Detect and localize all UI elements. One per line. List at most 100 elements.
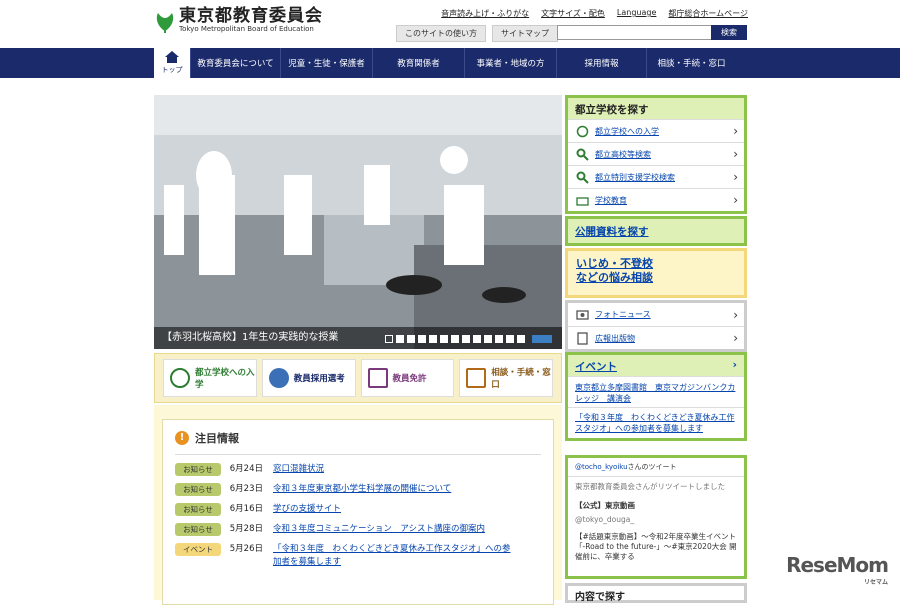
news-link[interactable]: 令和３年度東京都小学生科学展の開催について bbox=[273, 483, 518, 496]
link-read-aloud[interactable]: 音声読み上げ・ふりがな bbox=[441, 8, 529, 19]
event-heading: イベント bbox=[575, 361, 617, 373]
chevron-right-icon: › bbox=[733, 331, 738, 345]
nav-board[interactable]: 教育委員会について bbox=[190, 48, 280, 78]
slide-dot[interactable] bbox=[495, 335, 503, 343]
chevron-right-icon: › bbox=[733, 193, 738, 207]
slide-dot[interactable] bbox=[484, 335, 492, 343]
link-language[interactable]: Language bbox=[617, 8, 656, 19]
ginkgo-icon bbox=[576, 125, 589, 137]
publications-link[interactable]: 広報出版物 › bbox=[568, 326, 744, 349]
ginkgo-icon bbox=[170, 368, 190, 388]
bullying-consult-link[interactable]: いじめ・不登校などの悩み相談 bbox=[565, 248, 747, 298]
quick-consult-button[interactable]: 相談・手続・窓口 bbox=[459, 359, 553, 397]
quick-admission-button[interactable]: 都立学校への入学 bbox=[163, 359, 257, 397]
event-link[interactable]: 東京都立多摩図書館 東京マガジンバンクカレッジ 講演会 bbox=[568, 376, 744, 407]
news-link[interactable]: 令和３年度コミュニケーション アシスト講座の御案内 bbox=[273, 523, 518, 536]
school-admission-link[interactable]: 都立学校への入学 › bbox=[568, 119, 744, 142]
event-link[interactable]: 「令和３年度 わくわくどきどき夏休み工作スタジオ」への参加者を募集します bbox=[568, 407, 744, 438]
public-docs-panel[interactable]: 公開資料を探す bbox=[565, 216, 747, 246]
school-building-icon bbox=[576, 196, 589, 206]
nav-consult[interactable]: 相談・手続・窓口 bbox=[646, 48, 736, 78]
link-label: 広報出版物 bbox=[595, 333, 635, 343]
link-metro-home[interactable]: 都庁総合ホームページ bbox=[668, 8, 748, 19]
news-link[interactable]: 学びの支援サイト bbox=[273, 503, 518, 516]
link-text-size[interactable]: 文字サイズ・配色 bbox=[541, 8, 605, 19]
news-tag: イベント bbox=[175, 543, 221, 556]
slide-dot[interactable] bbox=[517, 335, 525, 343]
how-to-use-button[interactable]: このサイトの使い方 bbox=[396, 25, 486, 42]
chevron-right-icon: › bbox=[733, 147, 738, 161]
link-label: 都立高校等検索 bbox=[595, 149, 651, 159]
search-icon bbox=[576, 148, 589, 161]
quick-links: 都立学校への入学 教員採用選考 教員免許 相談・手続・窓口 bbox=[154, 353, 562, 403]
news-link[interactable]: 窓口混雑状況 bbox=[273, 463, 518, 476]
nav-home[interactable]: トップ bbox=[154, 48, 190, 78]
slide-dot[interactable] bbox=[473, 335, 481, 343]
news-date: 5月26日 bbox=[229, 544, 263, 554]
global-nav: トップ 教育委員会について 児童・生徒・保護者 教育関係者 事業者・地域の方 採… bbox=[0, 48, 900, 78]
slide-dot[interactable] bbox=[462, 335, 470, 343]
tweet-body: 【#話題東京動画】～令和2年度卒業生イベント「-Road to the futu… bbox=[575, 532, 737, 561]
site-logo[interactable]: 東京都教育委員会 Tokyo Metropolitan Board of Edu… bbox=[154, 8, 323, 34]
resemom-watermark: ReseMom リセマム bbox=[786, 553, 889, 586]
license-card-icon bbox=[367, 368, 388, 388]
tweet-author-id: @tokyo_douga_ bbox=[575, 515, 635, 524]
site-header: 東京都教育委員会 Tokyo Metropolitan Board of Edu… bbox=[0, 0, 900, 48]
chevron-right-icon: › bbox=[733, 307, 738, 322]
special-school-search-link[interactable]: 都立特別支援学校検索 › bbox=[568, 165, 744, 188]
nav-educators[interactable]: 教育関係者 bbox=[372, 48, 464, 78]
school-search-panel: 都立学校を探す 都立学校への入学 › 都立高校等検索 › 都立特別支援学校検索 › 学… bbox=[565, 95, 747, 214]
slide-dot[interactable] bbox=[440, 335, 448, 343]
event-panel: イベント › 東京都立多摩図書館 東京マガジンバンクカレッジ 講演会 「令和３年度… bbox=[565, 352, 747, 441]
panel-title: 都立学校を探す bbox=[568, 98, 744, 119]
watermark-sub: リセマム bbox=[863, 579, 888, 586]
search-input[interactable] bbox=[557, 25, 712, 40]
slide-dot[interactable] bbox=[385, 335, 393, 343]
slide-dot[interactable] bbox=[451, 335, 459, 343]
quick-recruit-button[interactable]: 教員採用選考 bbox=[261, 359, 356, 397]
news-link[interactable]: 「令和３年度 わくわくどきどき夏休み工作スタジオ」への参加者を募集します bbox=[273, 543, 518, 569]
search-icon bbox=[576, 171, 589, 184]
high-school-search-link[interactable]: 都立高校等検索 › bbox=[568, 142, 744, 165]
nav-business[interactable]: 事業者・地域の方 bbox=[464, 48, 556, 78]
twitter-handle[interactable]: @tocho_kyoiku bbox=[575, 463, 628, 471]
sitemap-button[interactable]: サイトマップ bbox=[492, 25, 558, 42]
slide-dot[interactable] bbox=[506, 335, 514, 343]
nav-recruit[interactable]: 採用情報 bbox=[556, 48, 646, 78]
news-row: イベント 5月26日 「令和３年度 わくわくどきどき夏休み工作スタジオ」への参加者を… bbox=[175, 543, 541, 569]
person-icon bbox=[268, 368, 289, 388]
news-row: お知らせ 6月24日 窓口混雑状況 bbox=[175, 463, 541, 476]
featured-info: ! 注目情報 お知らせ 6月24日 窓口混雑状況 お知らせ 6月23日 令和３年度東京都小… bbox=[154, 405, 562, 605]
slide-dot[interactable] bbox=[396, 335, 404, 343]
slide-dot[interactable] bbox=[418, 335, 426, 343]
clipboard-icon bbox=[466, 368, 487, 388]
link-label: フォトニュース bbox=[595, 310, 651, 319]
link-label: 学校教育 bbox=[595, 195, 627, 205]
news-row: お知らせ 5月28日 令和３年度コミュニケーション アシスト講座の御案内 bbox=[175, 523, 541, 536]
logo-subtitle: Tokyo Metropolitan Board of Education bbox=[179, 25, 314, 33]
slide-dot[interactable] bbox=[407, 335, 415, 343]
exclamation-icon: ! bbox=[175, 431, 189, 445]
media-panel: フォトニュース › 広報出版物 › bbox=[565, 300, 747, 352]
quick-license-button[interactable]: 教員免許 bbox=[360, 359, 455, 397]
photo-news-link[interactable]: フォトニュース › bbox=[568, 303, 744, 326]
link-label: 都立特別支援学校検索 bbox=[595, 172, 675, 182]
tweet-author[interactable]: 【公式】東京動画 bbox=[568, 496, 744, 515]
content-search-panel: 内容で探す bbox=[565, 583, 747, 603]
chevron-right-icon: › bbox=[732, 359, 737, 371]
nav-students[interactable]: 児童・生徒・保護者 bbox=[280, 48, 372, 78]
news-tag: お知らせ bbox=[175, 503, 221, 516]
public-docs-link: 公開資料を探す bbox=[568, 219, 744, 243]
pause-button[interactable] bbox=[532, 335, 552, 343]
quick-label: 教員免許 bbox=[392, 374, 427, 384]
home-icon bbox=[165, 51, 179, 63]
event-heading-link[interactable]: イベント › bbox=[568, 355, 744, 376]
bullying-consult-label: いじめ・不登校などの悩み相談 bbox=[576, 257, 653, 284]
kitchen-class-photo bbox=[154, 95, 562, 349]
slide-dot[interactable] bbox=[429, 335, 437, 343]
news-tag: お知らせ bbox=[175, 463, 221, 476]
search-button[interactable]: 検索 bbox=[711, 25, 747, 40]
news-tag: お知らせ bbox=[175, 483, 221, 496]
hero-slideshow[interactable]: 【赤羽北桜高校】1年生の実践的な授業 bbox=[154, 95, 562, 349]
school-education-link[interactable]: 学校教育 › bbox=[568, 188, 744, 211]
